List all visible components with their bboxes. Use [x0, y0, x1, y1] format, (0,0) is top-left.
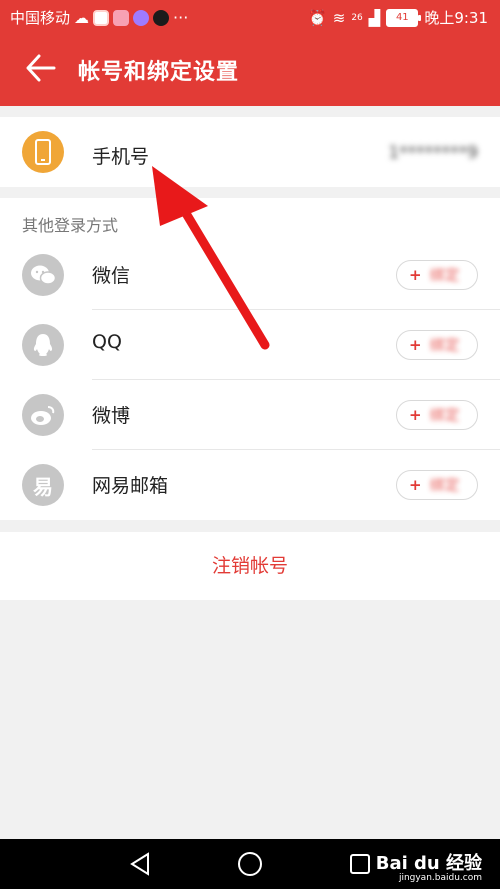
wechat-notification-icon: ☁ [74, 8, 90, 27]
login-label: 微博 [92, 405, 131, 427]
signal-icon: ▟ [368, 8, 381, 27]
status-right: ⏰ ≋ 26 ▟ 41 晚上9:31 [308, 7, 488, 28]
logout-button[interactable]: 注销帐号 [0, 532, 500, 600]
login-label: 网易邮箱 [92, 475, 169, 497]
bind-qq-button[interactable]: + 绑定 [396, 330, 478, 360]
bind-netease-button[interactable]: + 绑定 [396, 470, 478, 500]
netease-mail-icon: 易 [22, 464, 64, 506]
page-title: 帐号和绑定设置 [78, 60, 240, 85]
signal-badge: 26 [351, 12, 363, 23]
login-row-weibo: 微博 + 绑定 [0, 380, 500, 450]
plus-icon: + [409, 336, 422, 354]
bind-weibo-button[interactable]: + 绑定 [396, 400, 478, 430]
qq-icon [22, 324, 64, 366]
plus-icon: + [409, 476, 422, 494]
carrier-name: 中国移动 [10, 9, 71, 27]
login-row-wechat: 微信 + 绑定 [0, 240, 500, 310]
login-row-netease: 易 网易邮箱 + 绑定 [0, 450, 500, 520]
phone-icon [22, 131, 64, 173]
wechat-icon [22, 254, 64, 296]
system-nav-bar: Bai du 经验 jingyan.baidu.com [0, 839, 500, 889]
app-notification-icon [113, 9, 130, 26]
status-left: 中国移动 ☁ ··· [10, 7, 188, 28]
title-bar: 帐号和绑定设置 [0, 34, 500, 106]
triangle-back-icon [130, 852, 149, 876]
nav-home-button[interactable] [220, 839, 280, 889]
bind-label: 绑定 [429, 266, 460, 284]
battery-icon: 41 [386, 8, 422, 27]
weibo-icon [22, 394, 64, 436]
login-label: QQ [92, 331, 122, 353]
status-bar: 中国移动 ☁ ··· ⏰ ≋ 26 ▟ 41 晚上9:31 [0, 0, 500, 34]
phone-label: 手机号 [92, 146, 150, 168]
square-recents-icon [350, 854, 370, 874]
bind-wechat-button[interactable]: + 绑定 [396, 260, 478, 290]
bind-label: 绑定 [429, 476, 460, 494]
circle-home-icon [238, 852, 262, 876]
baidu-jingyan-watermark: Bai du 经验 [375, 853, 482, 874]
watermark-url: jingyan.baidu.com [398, 873, 482, 883]
login-label: 微信 [92, 265, 131, 287]
back-button[interactable] [24, 50, 58, 86]
bind-label: 绑定 [429, 336, 460, 354]
back-arrow-icon [26, 54, 56, 82]
phone-number: 1********9 [388, 143, 478, 163]
section-title: 其他登录方式 [22, 216, 119, 235]
other-login-card: 其他登录方式 微信 + 绑定 QQ + 绑定 微博 + 绑定 易 网易邮箱 + … [0, 198, 500, 520]
app-header: 中国移动 ☁ ··· ⏰ ≋ 26 ▟ 41 晚上9:31 帐号和绑定设置 [0, 0, 500, 106]
app-notification-icon [133, 9, 150, 26]
phone-row[interactable]: 手机号 1********9 [0, 117, 500, 187]
wifi-icon: ≋ [332, 8, 346, 27]
phone-card: 手机号 1********9 [0, 117, 500, 187]
plus-icon: + [409, 406, 422, 424]
nav-back-button[interactable] [110, 839, 170, 889]
login-row-qq: QQ + 绑定 [0, 310, 500, 380]
more-notifications-icon: ··· [173, 8, 189, 27]
clock: 晚上9:31 [424, 9, 488, 27]
alarm-icon: ⏰ [308, 8, 327, 27]
app-notification-icon [93, 9, 110, 26]
tiktok-notification-icon [153, 9, 170, 26]
plus-icon: + [409, 266, 422, 284]
bind-label: 绑定 [429, 406, 460, 424]
